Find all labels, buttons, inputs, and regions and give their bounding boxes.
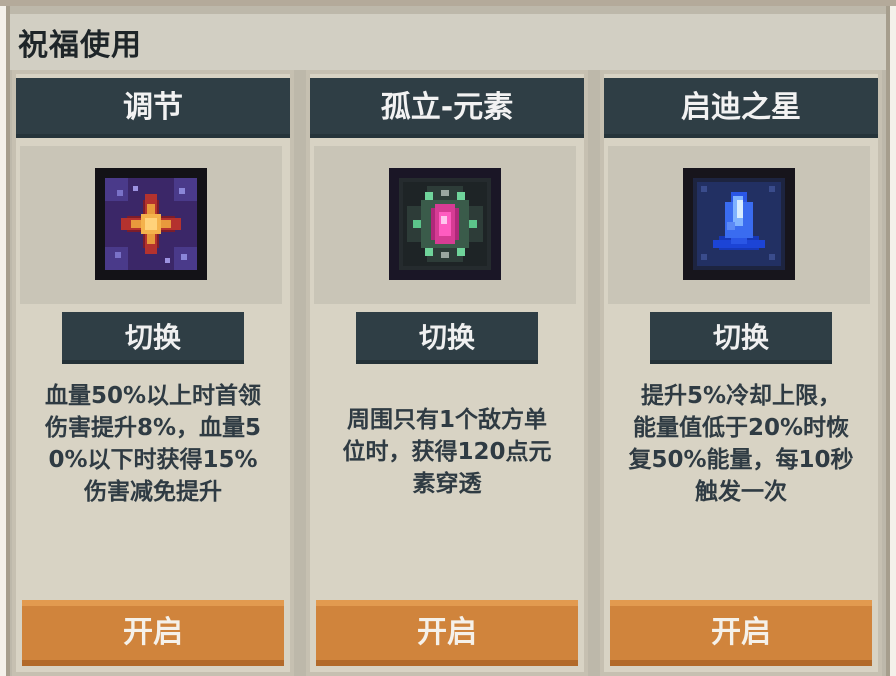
blessing-description: 周围只有1个敌方单 位时，获得120点元 素穿透 — [310, 404, 584, 500]
card-title: 启迪之星 — [681, 90, 801, 125]
open-button[interactable]: 开启 — [610, 600, 872, 666]
card-title: 调节 — [123, 90, 183, 125]
blessing-panel: 祝福使用 调节 切换 血量50%以上时首领 伤害提升8%，血量5 0%以下时获得… — [6, 6, 890, 676]
switch-button[interactable]: 切换 — [356, 312, 538, 364]
description-line: 能量值低于20%时恢 — [632, 415, 850, 441]
blessing-description: 血量50%以上时首领 伤害提升8%，血量5 0%以下时获得15% 伤害减免提升 — [16, 380, 290, 508]
blessing-card-2: 孤立-元素 切换 周围只有1个敌方单 位时，获得120点元 素穿透 开启 — [306, 70, 588, 676]
description-line: 血量50%以上时首领 — [44, 383, 262, 409]
blue-crystal-star-icon — [683, 168, 795, 280]
blessing-card-3: 启迪之星 切换 提升5%冷却上限， 能量值低于20%时恢 复50%能量，每10秒… — [600, 70, 882, 676]
open-button[interactable]: 开启 — [22, 600, 284, 666]
description-line: 伤害提升8%，血量5 — [44, 415, 262, 441]
icon-area — [608, 146, 870, 304]
orange-star-blessing-icon — [95, 168, 207, 280]
description-line: 0%以下时获得15% — [48, 447, 258, 473]
description-line: 复50%能量，每10秒 — [628, 447, 854, 473]
icon-area — [20, 146, 282, 304]
description-line: 提升5%冷却上限， — [640, 383, 842, 409]
switch-button[interactable]: 切换 — [62, 312, 244, 364]
panel-title: 祝福使用 — [18, 28, 142, 63]
description-line: 素穿透 — [412, 471, 482, 497]
icon-area — [314, 146, 576, 304]
switch-button[interactable]: 切换 — [650, 312, 832, 364]
blessing-card-1: 调节 切换 血量50%以上时首领 伤害提升8%，血量5 0%以下时获得15% 伤… — [12, 70, 294, 676]
card-title: 孤立-元素 — [380, 90, 514, 125]
open-button[interactable]: 开启 — [316, 600, 578, 666]
card-header: 启迪之星 — [604, 78, 878, 138]
pink-gem-element-icon — [389, 168, 501, 280]
description-line: 触发一次 — [695, 479, 787, 505]
description-line: 周围只有1个敌方单 — [346, 407, 547, 433]
description-line: 位时，获得120点元 — [342, 439, 552, 465]
description-line: 伤害减免提升 — [84, 479, 222, 505]
blessing-description: 提升5%冷却上限， 能量值低于20%时恢 复50%能量，每10秒 触发一次 — [604, 380, 878, 508]
card-header: 孤立-元素 — [310, 78, 584, 138]
card-header: 调节 — [16, 78, 290, 138]
